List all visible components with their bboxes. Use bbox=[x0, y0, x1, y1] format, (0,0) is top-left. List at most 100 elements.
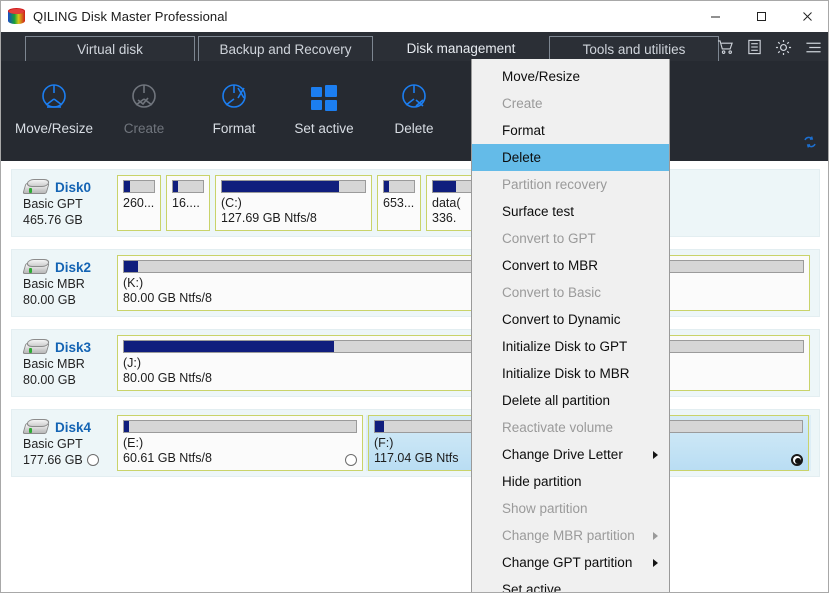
partition-box[interactable]: 260... bbox=[117, 175, 161, 231]
menu-item-delete-all-partition[interactable]: Delete all partition bbox=[472, 387, 669, 414]
menu-item-convert-to-gpt[interactable]: Convert to GPT bbox=[472, 225, 669, 252]
disk-list: Disk0 Basic GPT 465.76 GB 260... 16.... bbox=[1, 161, 828, 592]
usage-bar bbox=[172, 180, 204, 193]
ribbon-toolbar: Move/Resize Create Format Set active Del… bbox=[1, 61, 828, 161]
tab-disk-management[interactable]: Disk management bbox=[376, 34, 546, 61]
partition-size: 80.00 GB Ntfs/8 bbox=[123, 291, 212, 305]
gear-icon[interactable] bbox=[775, 39, 792, 56]
ribbon-create-button[interactable]: Create bbox=[99, 61, 189, 161]
disk-name: Disk3 bbox=[55, 339, 92, 355]
menu-item-label: Reactivate volume bbox=[502, 420, 614, 435]
close-button[interactable] bbox=[784, 1, 828, 32]
partition-label: (J:) bbox=[123, 356, 142, 370]
pie-delete-icon bbox=[397, 75, 431, 119]
ribbon-move-resize-button[interactable]: Move/Resize bbox=[9, 61, 99, 161]
partition-size: 80.00 GB Ntfs/8 bbox=[123, 371, 212, 385]
tab-label: Tools and utilities bbox=[582, 41, 686, 57]
menu-item-partition-recovery[interactable]: Partition recovery bbox=[472, 171, 669, 198]
tab-label: Backup and Recovery bbox=[219, 41, 352, 57]
disk-row[interactable]: Disk3 Basic MBR 80.00 GB (J:) 80.00 GB N… bbox=[11, 329, 820, 397]
hard-disk-icon bbox=[22, 339, 51, 355]
menu-item-convert-to-basic[interactable]: Convert to Basic bbox=[472, 279, 669, 306]
tab-strip-tools bbox=[717, 35, 822, 59]
ribbon-label: Set active bbox=[294, 121, 354, 136]
pie-move-resize-icon bbox=[37, 75, 71, 119]
partition-label: data( bbox=[432, 196, 461, 210]
disk-type: Basic GPT bbox=[23, 197, 83, 211]
menu-item-convert-to-dynamic[interactable]: Convert to Dynamic bbox=[472, 306, 669, 333]
menu-item-delete[interactable]: Delete bbox=[472, 144, 669, 171]
menu-item-label: Delete bbox=[502, 150, 542, 165]
menu-item-label: Convert to MBR bbox=[502, 258, 599, 273]
menu-item-surface-test[interactable]: Surface test bbox=[472, 198, 669, 225]
partition-size: 336. bbox=[432, 211, 457, 225]
menu-item-create[interactable]: Create bbox=[472, 90, 669, 117]
menu-item-convert-to-mbr[interactable]: Convert to MBR bbox=[472, 252, 669, 279]
disk-row[interactable]: Disk4 Basic GPT 177.66 GB (E:) 60.61 GB … bbox=[11, 409, 820, 477]
title-bar: QILING Disk Master Professional bbox=[1, 1, 828, 32]
tab-tools-and-utilities[interactable]: Tools and utilities bbox=[549, 36, 719, 61]
refresh-icon[interactable] bbox=[802, 134, 818, 155]
menu-item-change-gpt-partition[interactable]: Change GPT partition bbox=[472, 549, 669, 576]
ribbon-set-active-button[interactable]: Set active bbox=[279, 61, 369, 161]
menu-item-initialize-disk-to-mbr[interactable]: Initialize Disk to MBR bbox=[472, 360, 669, 387]
menu-item-label: Set active bbox=[502, 582, 562, 593]
menu-item-hide-partition[interactable]: Hide partition bbox=[472, 468, 669, 495]
pie-format-icon bbox=[217, 75, 251, 119]
menu-item-move-resize[interactable]: Move/Resize bbox=[472, 63, 669, 90]
submenu-arrow-icon bbox=[653, 450, 658, 459]
partition-box[interactable]: 653... bbox=[377, 175, 421, 231]
usage-bar bbox=[432, 180, 472, 193]
menu-item-format[interactable]: Format bbox=[472, 117, 669, 144]
cart-icon[interactable] bbox=[717, 39, 734, 55]
menu-item-change-drive-letter[interactable]: Change Drive Letter bbox=[472, 441, 669, 468]
usage-bar bbox=[123, 340, 804, 353]
menu-item-label: Convert to GPT bbox=[502, 231, 596, 246]
menu-item-show-partition[interactable]: Show partition bbox=[472, 495, 669, 522]
menu-item-label: Convert to Basic bbox=[502, 285, 602, 300]
menu-item-label: Delete all partition bbox=[502, 393, 611, 408]
ribbon-format-button[interactable]: Format bbox=[189, 61, 279, 161]
menu-item-label: Change GPT partition bbox=[502, 555, 633, 570]
partition-box[interactable]: (E:) 60.61 GB Ntfs/8 bbox=[117, 415, 363, 471]
disk-type: Basic GPT bbox=[23, 437, 83, 451]
disk-type: Basic MBR bbox=[23, 277, 85, 291]
menu-item-label: Initialize Disk to GPT bbox=[502, 339, 628, 354]
disk-row[interactable]: Disk2 Basic MBR 80.00 GB (K:) 80.00 GB N… bbox=[11, 249, 820, 317]
menu-icon[interactable] bbox=[805, 40, 822, 55]
menu-item-label: Initialize Disk to MBR bbox=[502, 366, 630, 381]
list-icon[interactable] bbox=[747, 39, 762, 55]
minimize-button[interactable] bbox=[692, 1, 738, 32]
partition-box[interactable]: 16.... bbox=[166, 175, 210, 231]
menu-item-reactivate-volume[interactable]: Reactivate volume bbox=[472, 414, 669, 441]
partition-label: (K:) bbox=[123, 276, 144, 290]
partition-box[interactable]: (K:) 80.00 GB Ntfs/8 bbox=[117, 255, 810, 311]
partition-box[interactable]: (J:) 80.00 GB Ntfs/8 bbox=[117, 335, 810, 391]
hard-disk-icon bbox=[22, 259, 51, 275]
partition-select-radio-checked[interactable] bbox=[791, 454, 803, 466]
partition-box[interactable]: (C:) 127.69 GB Ntfs/8 bbox=[215, 175, 372, 231]
maximize-button[interactable] bbox=[738, 1, 784, 32]
disk-row[interactable]: Disk0 Basic GPT 465.76 GB 260... 16.... bbox=[11, 169, 820, 237]
submenu-arrow-icon bbox=[653, 558, 658, 567]
partition-strip: (K:) 80.00 GB Ntfs/8 bbox=[117, 255, 814, 311]
menu-item-label: Move/Resize bbox=[502, 69, 581, 84]
usage-bar bbox=[123, 260, 804, 273]
tab-label: Disk management bbox=[406, 40, 516, 56]
pie-create-icon bbox=[127, 75, 161, 119]
partition-select-radio[interactable] bbox=[345, 454, 357, 466]
disk-info: Disk4 Basic GPT 177.66 GB bbox=[17, 415, 117, 471]
menu-item-change-mbr-partition[interactable]: Change MBR partition bbox=[472, 522, 669, 549]
menu-item-initialize-disk-to-gpt[interactable]: Initialize Disk to GPT bbox=[472, 333, 669, 360]
disk-name: Disk0 bbox=[55, 179, 92, 195]
ribbon-delete-button[interactable]: Delete bbox=[369, 61, 459, 161]
windows-flag-icon bbox=[308, 75, 340, 119]
partition-size: 127.69 GB Ntfs/8 bbox=[221, 211, 317, 225]
partition-strip: 260... 16.... (C:) 127.69 GB Ntfs/8 653.… bbox=[117, 175, 814, 231]
tab-backup-and-recovery[interactable]: Backup and Recovery bbox=[198, 36, 373, 61]
tab-virtual-disk[interactable]: Virtual disk bbox=[25, 36, 195, 61]
disk-size: 80.00 GB bbox=[23, 373, 76, 387]
disk-select-radio[interactable] bbox=[86, 454, 99, 466]
menu-item-label: Create bbox=[502, 96, 543, 111]
menu-item-set-active[interactable]: Set active bbox=[472, 576, 669, 593]
